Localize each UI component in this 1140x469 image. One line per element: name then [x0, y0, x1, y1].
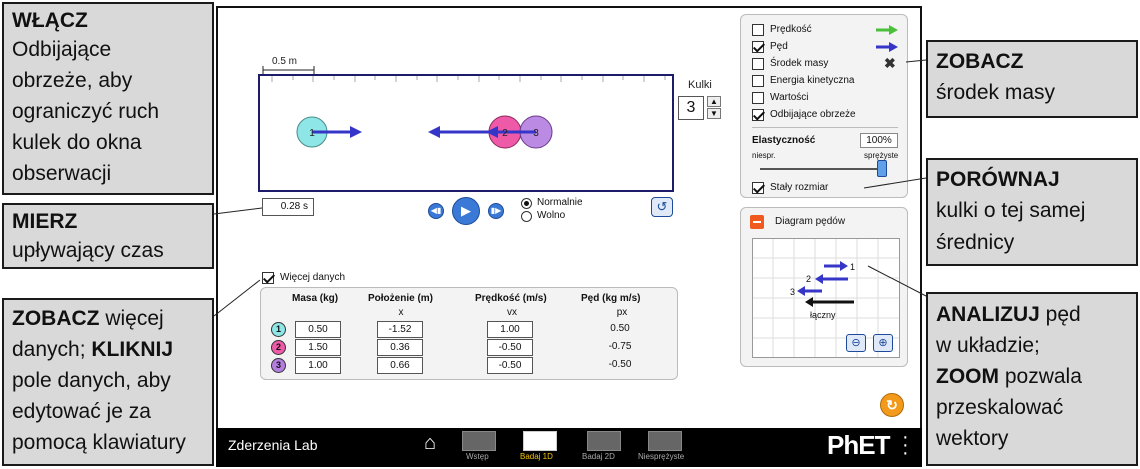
callout-compare-title: PORÓWNAJ: [936, 168, 1060, 191]
callout-enable-line-4: kulek do okna: [12, 131, 142, 154]
callout-compare-line-1: kulki o tej samej: [936, 199, 1086, 222]
callout-enable-title: WŁĄCZ: [12, 9, 88, 32]
callout-enable-line-5: obserwacji: [12, 162, 112, 185]
callout-measure-line-1: upływający czas: [12, 239, 164, 262]
callout-measure-time: MIERZ upływający czas: [2, 203, 214, 269]
callout-enable-reflecting-border: WŁĄCZ Odbijające obrzeże, aby ograniczyć…: [2, 2, 214, 195]
callout-compare-line-2: średnicy: [936, 231, 1015, 254]
callout-center-of-mass: ZOBACZ środek masy: [926, 40, 1138, 118]
callout-analyze-title-2: ZOOM: [936, 365, 999, 388]
callout-analyze-rest-2: pozwala: [999, 365, 1082, 388]
callout-more-data-line-2a: danych;: [12, 338, 92, 361]
callout-measure-title: MIERZ: [12, 210, 78, 233]
callout-enable-line-2: obrzeże, aby: [12, 69, 133, 92]
callout-com-title: ZOBACZ: [936, 50, 1024, 73]
callout-analyze-line-4: przeskalować: [936, 396, 1064, 419]
callout-enable-line-3: ograniczyć ruch: [12, 100, 160, 123]
callout-analyze-line-2: w układzie;: [936, 334, 1040, 357]
callout-more-data-line-2: danych; KLIKNIJ: [12, 334, 204, 365]
callout-more-data-title-1: ZOBACZ: [12, 307, 100, 330]
callout-analyze-title-1: ANALIZUJ: [936, 303, 1040, 326]
callout-analyze-line-5: wektory: [936, 427, 1009, 450]
callout-more-data-title-2: KLIKNIJ: [91, 338, 174, 361]
callout-more-data-rest-1: więcej: [99, 307, 164, 330]
callout-analyze-rest-1: pęd: [1039, 303, 1081, 326]
callout-compare-size: PORÓWNAJ kulki o tej samej średnicy: [926, 158, 1138, 266]
callout-analyze-line-3: ZOOM pozwala: [936, 361, 1128, 392]
callout-more-data-line-4: edytować je za: [12, 400, 151, 423]
callout-analyze-momentum: ANALIZUJ pęd w układzie; ZOOM pozwala pr…: [926, 292, 1138, 466]
callout-analyze-line-1: ANALIZUJ pęd: [936, 299, 1128, 330]
callout-more-data: ZOBACZ więcej danych; KLIKNIJ pole danyc…: [2, 298, 214, 466]
callout-more-data-line-3: pole danych, aby: [12, 369, 171, 392]
callout-com-line-1: środek masy: [936, 81, 1056, 104]
callout-enable-line-1: Odbijające: [12, 38, 112, 61]
callout-more-data-line-1: ZOBACZ więcej: [12, 303, 204, 334]
callout-more-data-line-5: pomocą klawiatury: [12, 431, 186, 454]
